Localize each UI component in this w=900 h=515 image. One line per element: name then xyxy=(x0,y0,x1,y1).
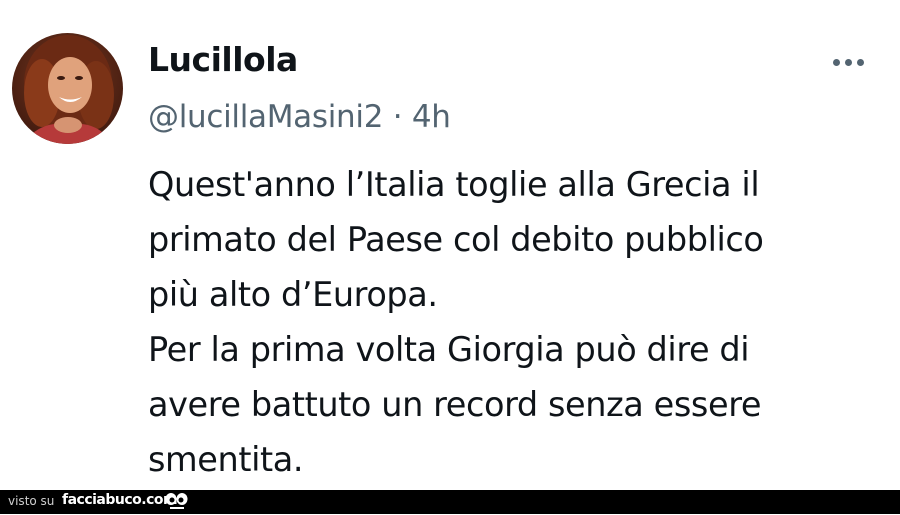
tweet-text-line: Per la prima volta Giorgia può dire di xyxy=(148,330,750,369)
more-horizontal-icon xyxy=(832,58,864,66)
tweet-card: Lucillola @lucillaMasini2 · 4h Quest'ann… xyxy=(0,0,900,490)
watermark-visto-su: visto su xyxy=(8,494,55,508)
eyes-icon xyxy=(164,491,190,511)
user-handle[interactable]: @lucillaMasini2 xyxy=(148,99,383,135)
tweet-timestamp[interactable]: 4h xyxy=(412,99,451,135)
tweet-meta: @lucillaMasini2 · 4h xyxy=(148,99,451,135)
watermark-site[interactable]: facciabuco.com xyxy=(62,492,178,508)
tweet-text-line: smentita. xyxy=(148,440,304,479)
avatar-photo xyxy=(12,33,123,144)
tweet-text-line: primato del Paese col debito pubblico xyxy=(148,220,764,259)
display-name[interactable]: Lucillola xyxy=(148,40,298,79)
more-options-button[interactable] xyxy=(826,48,870,76)
avatar[interactable] xyxy=(12,33,123,144)
meta-separator: · xyxy=(392,99,403,135)
tweet-text-line: Quest'anno l’Italia toglie alla Grecia i… xyxy=(148,165,760,204)
tweet-text-line: più alto d’Europa. xyxy=(148,275,438,314)
tweet-text: Quest'anno l’Italia toglie alla Grecia i… xyxy=(148,157,888,487)
watermark-bar: visto su facciabuco.com xyxy=(0,490,900,514)
tweet-text-line: avere battuto un record senza essere xyxy=(148,385,762,424)
